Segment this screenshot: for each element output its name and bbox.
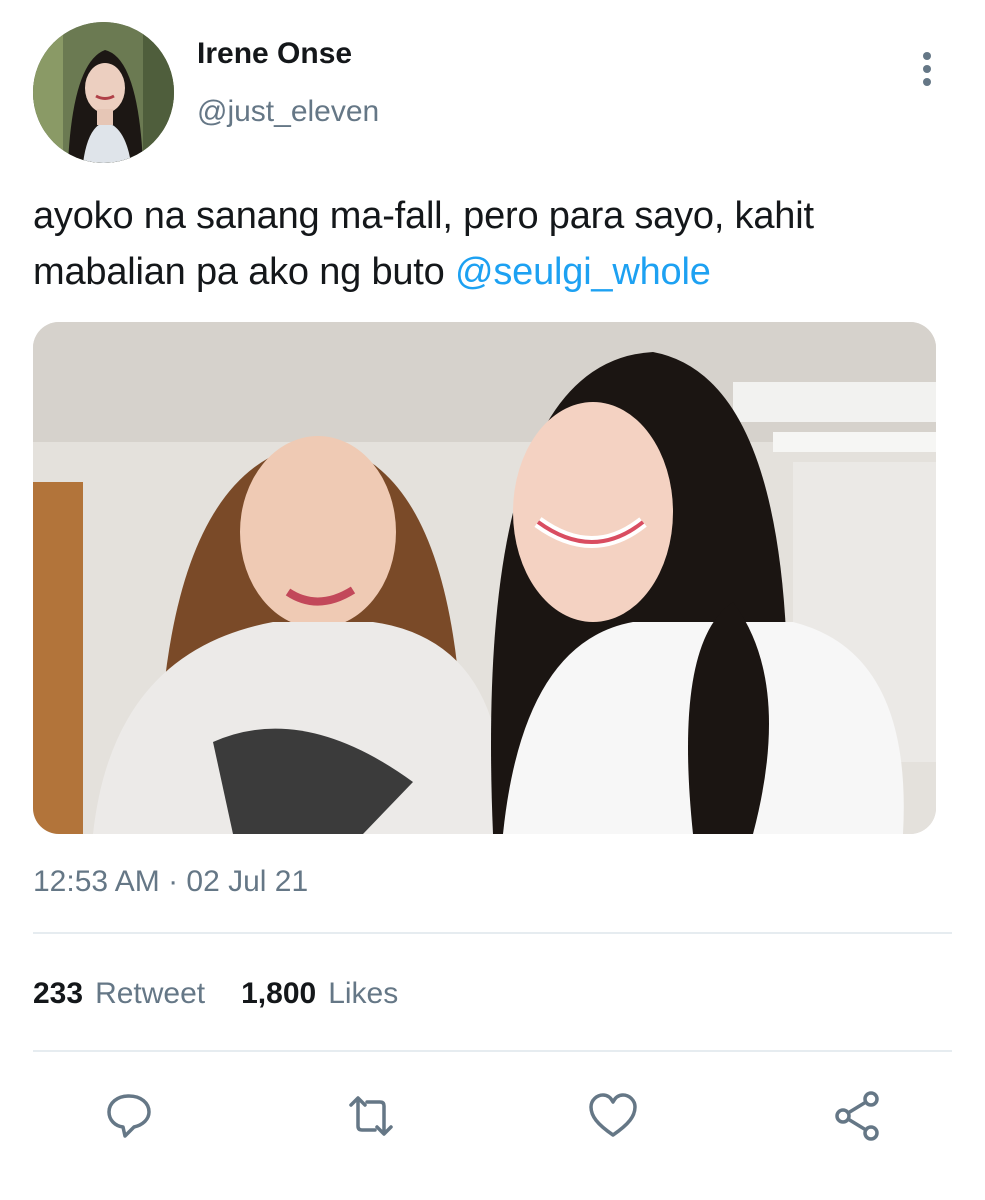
retweet-button[interactable] (343, 1088, 399, 1144)
likes-stat[interactable]: 1,800 Likes (241, 976, 398, 1012)
avatar[interactable] (33, 22, 174, 163)
divider (33, 932, 952, 934)
tweet-media[interactable] (33, 322, 936, 834)
avatar-image (33, 22, 174, 163)
tweet-text: ayoko na sanang ma-fall, pero para sayo,… (33, 188, 963, 300)
likes-count: 1,800 (241, 977, 317, 1010)
display-name[interactable]: Irene Onse (197, 36, 352, 72)
more-dot-icon (923, 78, 931, 86)
retweet-icon (349, 1096, 393, 1136)
tweet-timestamp[interactable]: 12:53 AM · 02 Jul 21 (33, 864, 308, 900)
more-dot-icon (923, 52, 931, 60)
divider (33, 1050, 952, 1052)
more-options-button[interactable] (912, 48, 942, 90)
tweet-photo (33, 322, 936, 834)
retweets-count: 233 (33, 977, 84, 1010)
reply-icon (107, 1094, 151, 1138)
reply-button[interactable] (101, 1088, 157, 1144)
retweets-stat[interactable]: 233 Retweet (33, 976, 205, 1012)
likes-label: Likes (328, 977, 399, 1010)
like-button[interactable] (585, 1088, 641, 1144)
share-button[interactable] (829, 1088, 885, 1144)
share-icon (835, 1091, 879, 1141)
user-handle[interactable]: @just_eleven (197, 94, 379, 130)
retweets-label: Retweet (95, 977, 206, 1010)
heart-icon (589, 1093, 637, 1137)
tweet-stats: 233 Retweet 1,800 Likes (33, 976, 398, 1012)
mention-link[interactable]: @seulgi_whole (455, 251, 711, 293)
more-dot-icon (923, 65, 931, 73)
